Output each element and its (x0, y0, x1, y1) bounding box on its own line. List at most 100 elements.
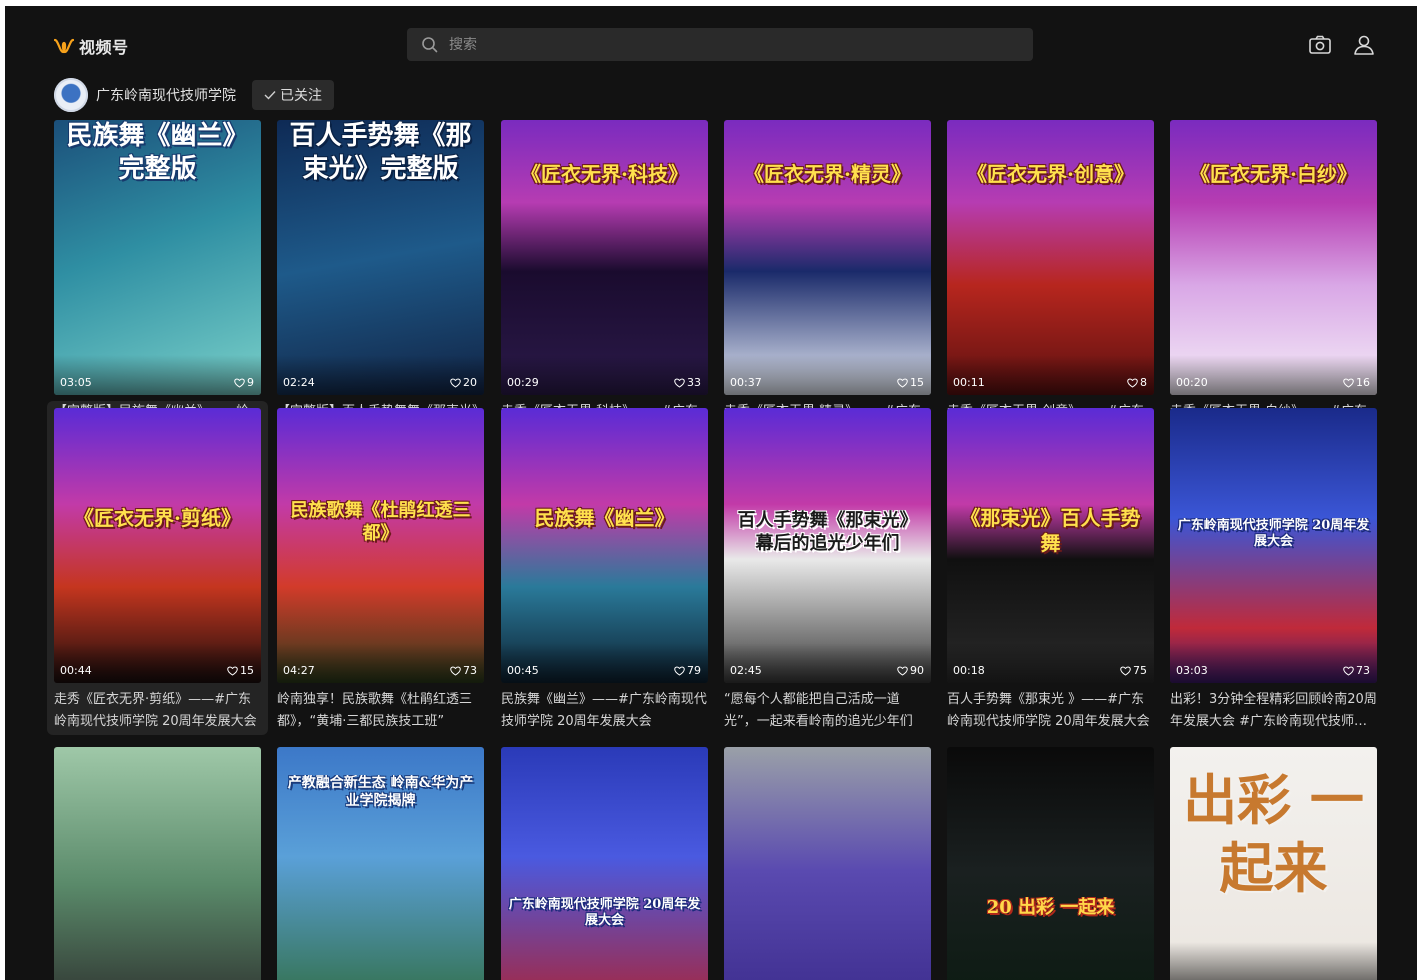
video-card[interactable]: 《匠衣无界·精灵》00:3715走秀《匠衣无界·精灵》——#广东岭南现代技师学院… (724, 120, 931, 445)
video-thumbnail[interactable]: 民族舞《幽兰》完整版 03:05 9 (54, 120, 261, 395)
video-thumbnail[interactable]: 《那束光》百人手势舞 00:18 75 (947, 408, 1154, 683)
search-input[interactable] (447, 35, 1011, 54)
video-thumbnail[interactable]: 20 出彩 一起来 (947, 747, 1154, 980)
video-card[interactable]: 20 出彩 一起来 (947, 747, 1154, 980)
heart-icon (1343, 666, 1354, 676)
like-count: 8 (1127, 376, 1147, 389)
video-card[interactable]: 出彩 一起来 (1170, 747, 1377, 980)
search-icon (422, 36, 438, 52)
heart-icon (1343, 378, 1354, 388)
heart-icon (674, 666, 685, 676)
like-count: 73 (450, 664, 477, 677)
cover-text: 《那束光》百人手势舞 (960, 506, 1141, 555)
like-count-value: 79 (687, 664, 701, 677)
video-thumbnail[interactable]: 《匠衣无界·剪纸》 00:44 15 (54, 408, 261, 683)
cover-text: 出彩 一起来 (1183, 768, 1364, 900)
video-title[interactable]: 出彩！3分钟全程精彩回顾岭南20周年发展大会 #广东岭南现代技师学院 (1170, 689, 1377, 733)
video-title[interactable]: 岭南独享！民族歌舞《杜鹃红透三都》，“黄埔·三都民族技工班” (277, 689, 484, 733)
video-thumbnail[interactable]: 《匠衣无界·精灵》 00:37 15 (724, 120, 931, 395)
video-thumbnail[interactable]: 广东岭南现代技师学院 20周年发展大会 03:03 73 (1170, 408, 1377, 683)
video-duration: 03:05 (60, 376, 92, 389)
cover-text: 产教融合新生态 岭南&华为产业学院揭牌 (287, 775, 474, 809)
cover-text: 《匠衣无界·剪纸》 (74, 506, 241, 530)
top-bar: 视频号 (5, 6, 1417, 82)
video-card[interactable]: 《匠衣无界·白纱》00:2016走秀《匠衣无界·白纱》——#广东岭南现代技师学院… (1170, 120, 1377, 445)
account-name[interactable]: 广东岭南现代技师学院 (96, 85, 236, 105)
video-thumbnail[interactable]: 百人手势舞《那束光》完整版 02:24 20 (277, 120, 484, 395)
video-thumbnail[interactable]: 百人手势舞《那束光》幕后的追光少年们 02:45 90 (724, 408, 931, 683)
like-count: 16 (1343, 376, 1370, 389)
user-icon[interactable] (1352, 33, 1376, 57)
search-bar[interactable] (407, 28, 1033, 61)
like-count: 9 (234, 376, 254, 389)
video-card[interactable] (54, 747, 261, 980)
app-logo[interactable]: 视频号 (54, 34, 129, 58)
cover-text: 民族歌舞《杜鹃红透三都》 (290, 500, 471, 544)
like-count: 15 (897, 376, 924, 389)
cover-text: 《匠衣无界·白纱》 (1190, 162, 1357, 186)
like-count-value: 8 (1140, 376, 1147, 389)
video-card[interactable]: 百人手势舞《那束光》幕后的追光少年们 02:45 90 “愿每个人都能把自己活成一道光… (724, 408, 931, 733)
video-card[interactable]: 百人手势舞《那束光》完整版02:2420【完整版】百人手势舞舞《那束光》——岭南… (277, 120, 484, 445)
heart-icon (450, 378, 461, 388)
video-duration: 00:44 (60, 664, 92, 677)
like-count-value: 90 (910, 664, 924, 677)
camera-icon[interactable] (1308, 34, 1332, 56)
account-header: 广东岭南现代技师学院 已关注 (54, 78, 334, 112)
video-card[interactable]: 《那束光》百人手势舞 00:18 75 百人手势舞《那束光 》——#广东岭南现代技师学… (947, 408, 1154, 733)
follow-button[interactable]: 已关注 (252, 80, 334, 110)
video-card[interactable]: 广东岭南现代技师学院 20周年发展大会 03:03 73 出彩！3分钟全程精彩回顾岭南… (1170, 408, 1377, 733)
cover-text: 《匠衣无界·创意》 (967, 162, 1134, 186)
channels-logo-icon (54, 38, 74, 54)
video-title[interactable]: 走秀《匠衣无界·剪纸》——#广东岭南现代技师学院 20周年发展大会 (54, 689, 261, 733)
cover-text: 广东岭南现代技师学院 20周年发展大会 (1177, 518, 1370, 550)
video-thumbnail[interactable]: 产教融合新生态 岭南&华为产业学院揭牌 (277, 747, 484, 980)
like-count-value: 75 (1133, 664, 1147, 677)
video-card[interactable]: 产教融合新生态 岭南&华为产业学院揭牌 (277, 747, 484, 980)
video-title[interactable]: 民族舞《幽兰》——#广东岭南现代技师学院 20周年发展大会 (501, 689, 708, 733)
like-count: 75 (1120, 664, 1147, 677)
video-title[interactable]: 百人手势舞《那束光 》——#广东岭南现代技师学院 20周年发展大会 (947, 689, 1154, 733)
heart-icon (234, 378, 245, 388)
like-count: 90 (897, 664, 924, 677)
video-duration: 00:29 (507, 376, 539, 389)
avatar[interactable] (54, 78, 88, 112)
like-count: 73 (1343, 664, 1370, 677)
video-duration: 04:27 (283, 664, 315, 677)
app-window: 视频号 广东岭南现代技师学院 已关注 民族舞《幽兰》完整 (5, 6, 1417, 980)
video-thumbnail[interactable]: 广东岭南现代技师学院 20周年发展大会 (501, 747, 708, 980)
video-thumbnail[interactable] (724, 747, 931, 980)
video-card[interactable]: 民族歌舞《杜鹃红透三都》 04:27 73 岭南独享！民族歌舞《杜鹃红透三都》，“黄埔… (277, 408, 484, 733)
video-thumbnail[interactable]: 民族舞《幽兰》 00:45 79 (501, 408, 708, 683)
video-duration: 00:11 (953, 376, 985, 389)
video-title[interactable]: “愿每个人都能把自己活成一道光”，一起来看岭南的追光少年们 (724, 689, 931, 733)
like-count: 15 (227, 664, 254, 677)
video-thumbnail[interactable]: 《匠衣无界·创意》 00:11 8 (947, 120, 1154, 395)
video-card[interactable]: 广东岭南现代技师学院 20周年发展大会 (501, 747, 708, 980)
cover-text: 《匠衣无界·科技》 (521, 162, 688, 186)
like-count-value: 20 (463, 376, 477, 389)
video-thumbnail[interactable]: 《匠衣无界·白纱》 00:20 16 (1170, 120, 1377, 395)
heart-icon (227, 666, 238, 676)
video-card[interactable]: 《匠衣无界·科技》00:2933走秀《匠衣无界·科技》——#广东岭南现代技师学院… (501, 120, 708, 445)
video-card[interactable]: 《匠衣无界·创意》00:118走秀《匠衣无界·创意》——#广东岭南现代技师学院 … (947, 120, 1154, 445)
video-thumbnail[interactable]: 出彩 一起来 (1170, 747, 1377, 980)
cover-text: 百人手势舞《那束光》幕后的追光少年们 (737, 510, 918, 554)
video-duration: 02:24 (283, 376, 315, 389)
follow-button-label: 已关注 (280, 88, 322, 104)
heart-icon (897, 666, 908, 676)
video-duration: 03:03 (1176, 664, 1208, 677)
cover-text: 民族舞《幽兰》完整版 (66, 121, 249, 184)
like-count: 20 (450, 376, 477, 389)
like-count-value: 15 (240, 664, 254, 677)
video-thumbnail[interactable]: 民族歌舞《杜鹃红透三都》 04:27 73 (277, 408, 484, 683)
video-thumbnail[interactable]: 《匠衣无界·科技》 00:29 33 (501, 120, 708, 395)
like-count: 33 (674, 376, 701, 389)
video-card[interactable] (724, 747, 931, 980)
video-card[interactable]: 民族舞《幽兰》完整版03:059【完整版】民族舞《幽兰》——岭南20周年校庆精彩… (54, 120, 261, 445)
check-icon (264, 91, 276, 100)
video-duration: 00:45 (507, 664, 539, 677)
video-thumbnail[interactable] (54, 747, 261, 980)
video-card[interactable]: 《匠衣无界·剪纸》 00:44 15 走秀《匠衣无界·剪纸》——#广东岭南现代技师学院… (47, 401, 268, 735)
video-card[interactable]: 民族舞《幽兰》 00:45 79 民族舞《幽兰》——#广东岭南现代技师学院 20周年发… (501, 408, 708, 733)
